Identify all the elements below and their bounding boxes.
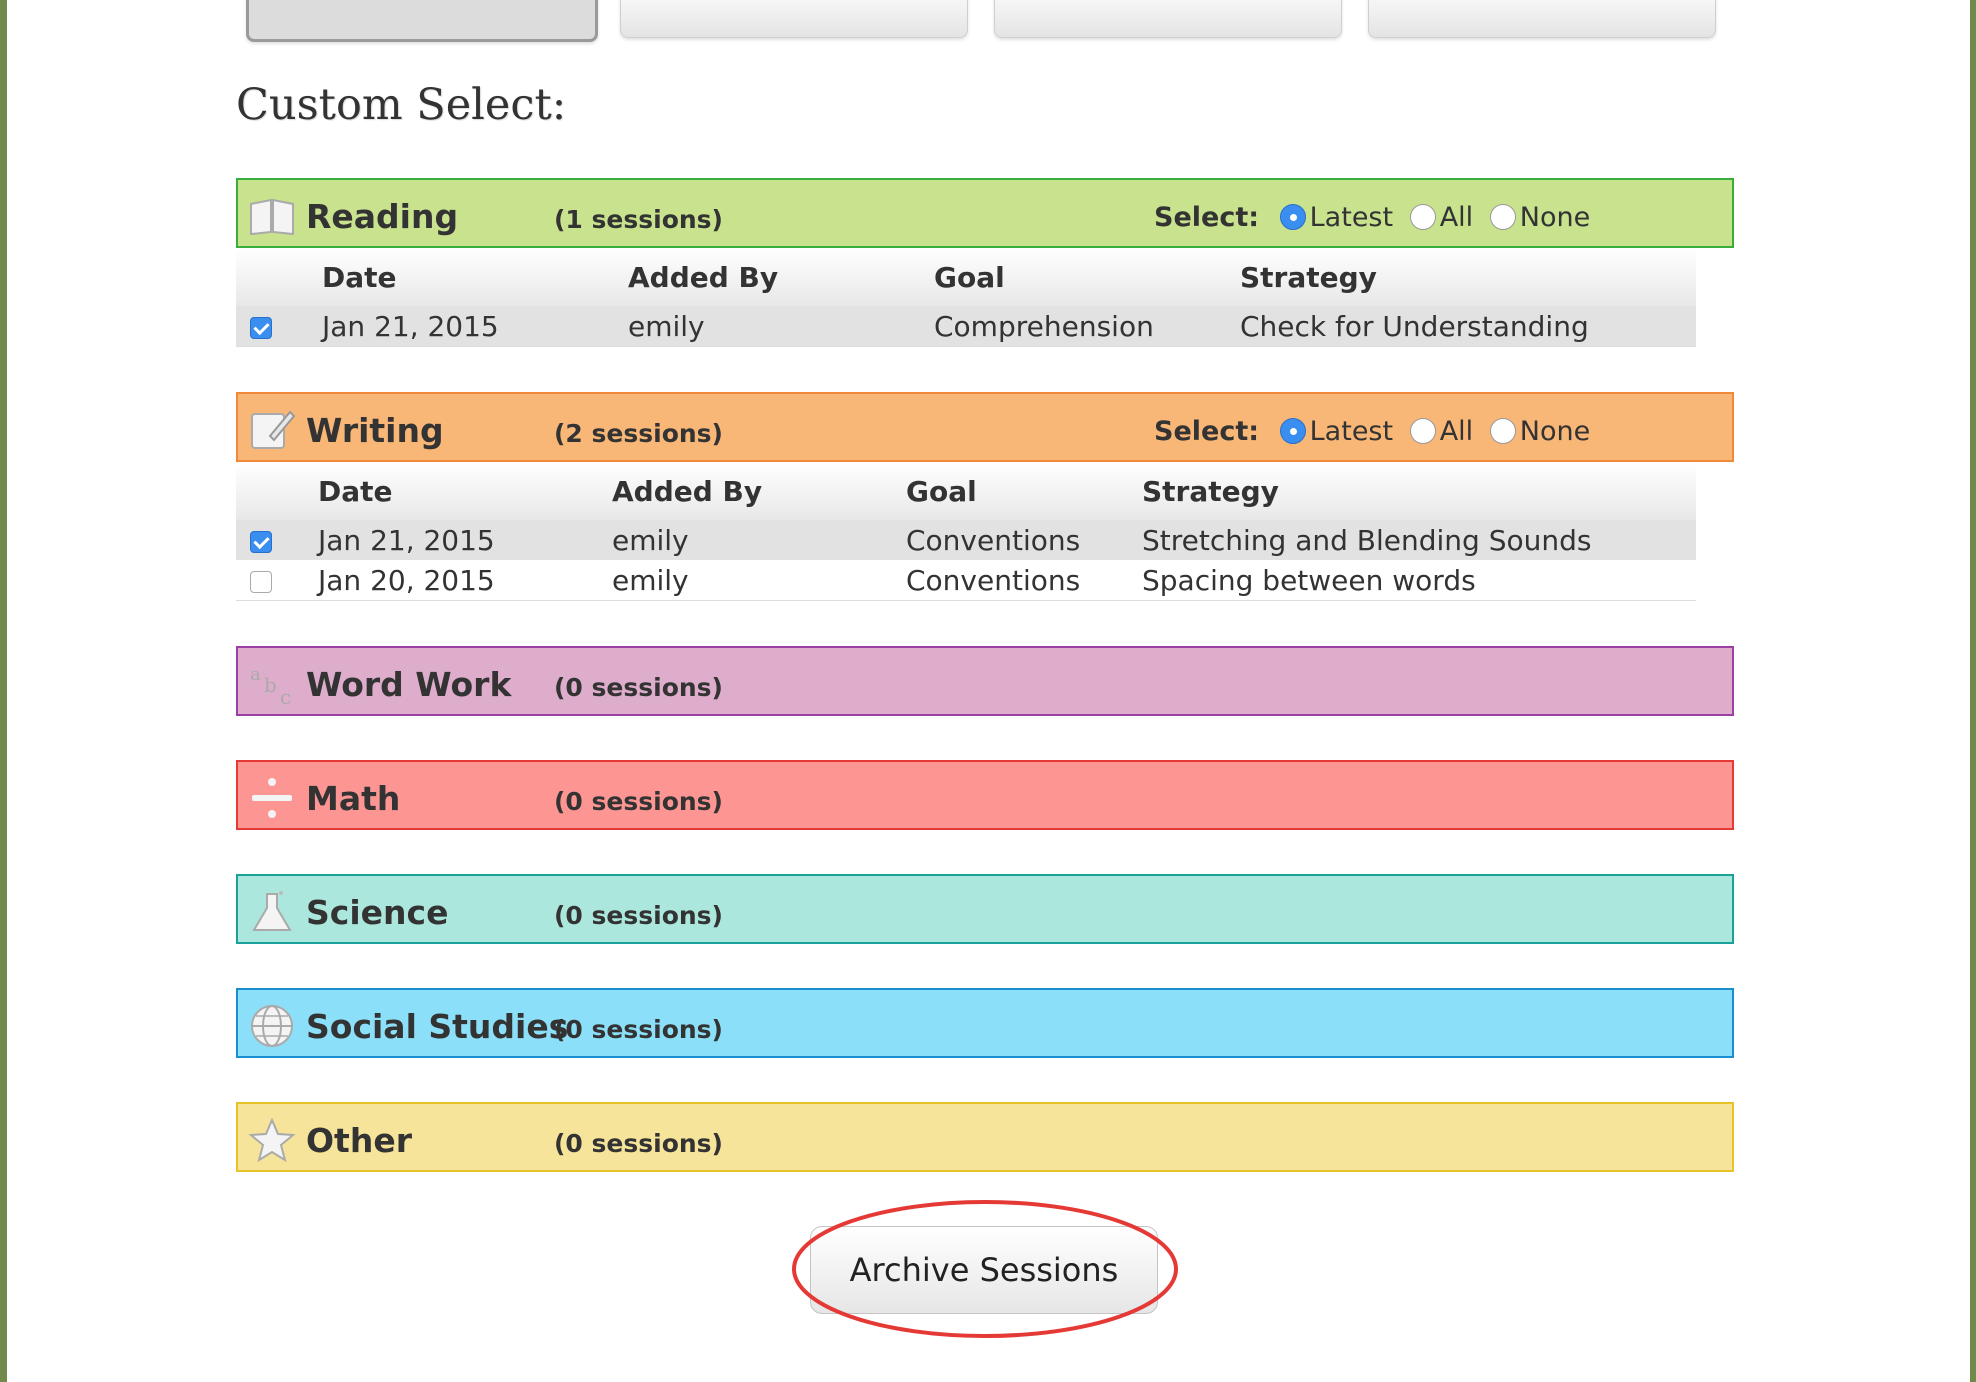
cell-strategy: Stretching and Blending Sounds — [1142, 520, 1696, 560]
book-icon — [248, 194, 296, 238]
top-tab-bar — [246, 0, 1718, 42]
column-header-added-by: Added By — [612, 462, 906, 520]
select-group-reading: Select: Latest All None — [1154, 202, 1598, 233]
svg-text:b: b — [264, 673, 277, 697]
column-header-strategy: Strategy — [1142, 462, 1696, 520]
top-tab-3[interactable] — [994, 0, 1342, 38]
column-header-date: Date — [322, 248, 628, 306]
column-header-date: Date — [318, 462, 612, 520]
subject-name: Other — [306, 1121, 412, 1160]
row-checkbox[interactable] — [250, 570, 272, 593]
archive-sessions-button[interactable]: Archive Sessions — [810, 1226, 1158, 1314]
cell-goal: Comprehension — [934, 306, 1240, 347]
radio-latest-writing[interactable] — [1279, 417, 1306, 444]
session-table-writing: Date Added By Goal Strategy Jan 21, 2015… — [236, 462, 1696, 601]
top-tab-1[interactable] — [246, 0, 598, 42]
page-heading: Custom Select: — [236, 80, 567, 130]
column-header-strategy: Strategy — [1240, 248, 1696, 306]
window-frame-right — [1970, 0, 1976, 1382]
session-count: (2 sessions) — [554, 419, 723, 448]
table-row[interactable]: Jan 21, 2015 emily Conventions Stretchin… — [236, 520, 1696, 560]
cell-date: Jan 21, 2015 — [322, 306, 628, 347]
cell-added-by: emily — [612, 520, 906, 560]
radio-latest-reading[interactable] — [1279, 203, 1306, 230]
star-icon — [248, 1117, 296, 1163]
session-table-reading: Date Added By Goal Strategy Jan 21, 2015… — [236, 248, 1696, 347]
radio-label-all: All — [1439, 416, 1474, 447]
session-count: (0 sessions) — [554, 787, 723, 816]
radio-label-latest: Latest — [1309, 416, 1394, 447]
radio-none-reading[interactable] — [1489, 203, 1516, 230]
flask-icon — [248, 890, 296, 934]
subject-header-other[interactable]: Other (0 sessions) — [236, 1102, 1734, 1172]
column-header-goal: Goal — [934, 248, 1240, 306]
radio-label-none: None — [1519, 202, 1591, 233]
divide-icon — [248, 776, 296, 820]
session-count: (0 sessions) — [554, 1129, 723, 1158]
session-count: (0 sessions) — [554, 673, 723, 702]
cell-strategy: Spacing between words — [1142, 560, 1696, 601]
radio-all-writing[interactable] — [1409, 417, 1436, 444]
subject-header-reading[interactable]: Reading (1 sessions) Select: Latest All … — [236, 178, 1734, 248]
cell-goal: Conventions — [906, 520, 1142, 560]
select-label: Select: — [1154, 202, 1260, 233]
subject-name: Math — [306, 779, 401, 818]
table-row[interactable]: Jan 20, 2015 emily Conventions Spacing b… — [236, 560, 1696, 601]
svg-text:c: c — [280, 685, 291, 706]
select-group-writing: Select: Latest All None — [1154, 416, 1598, 447]
subject-name: Word Work — [306, 665, 512, 704]
session-count: (0 sessions) — [554, 901, 723, 930]
top-tab-4[interactable] — [1368, 0, 1716, 38]
cell-goal: Conventions — [906, 560, 1142, 601]
column-header-added-by: Added By — [628, 248, 934, 306]
subject-header-math[interactable]: Math (0 sessions) — [236, 760, 1734, 830]
notepad-pencil-icon — [248, 408, 296, 452]
radio-all-reading[interactable] — [1409, 203, 1436, 230]
cell-date: Jan 20, 2015 — [318, 560, 612, 601]
archive-area: Archive Sessions — [790, 1198, 1180, 1340]
subject-name: Reading — [306, 197, 459, 236]
subject-name: Science — [306, 893, 449, 932]
svg-text:a: a — [250, 664, 261, 685]
radio-label-none: None — [1519, 416, 1591, 447]
cell-added-by: emily — [628, 306, 934, 347]
row-checkbox[interactable] — [250, 530, 272, 553]
row-checkbox[interactable] — [250, 316, 272, 339]
session-count: (0 sessions) — [554, 1015, 723, 1044]
table-row[interactable]: Jan 21, 2015 emily Comprehension Check f… — [236, 306, 1696, 347]
top-tab-2[interactable] — [620, 0, 968, 38]
cell-date: Jan 21, 2015 — [318, 520, 612, 560]
radio-none-writing[interactable] — [1489, 417, 1516, 444]
radio-label-all: All — [1439, 202, 1474, 233]
column-header-goal: Goal — [906, 462, 1142, 520]
cell-added-by: emily — [612, 560, 906, 601]
cell-strategy: Check for Understanding — [1240, 306, 1696, 347]
window-frame-left — [0, 0, 7, 1382]
radio-label-latest: Latest — [1309, 202, 1394, 233]
select-label: Select: — [1154, 416, 1260, 447]
abc-letters-icon: abc — [248, 662, 296, 709]
subject-header-writing[interactable]: Writing (2 sessions) Select: Latest All … — [236, 392, 1734, 462]
subject-header-social-studies[interactable]: Social Studies (0 sessions) — [236, 988, 1734, 1058]
session-count: (1 sessions) — [554, 205, 723, 234]
subject-name: Writing — [306, 411, 444, 450]
subject-header-science[interactable]: Science (0 sessions) — [236, 874, 1734, 944]
subject-header-word-work[interactable]: abc Word Work (0 sessions) — [236, 646, 1734, 716]
globe-icon — [248, 1004, 296, 1048]
subject-name: Social Studies — [306, 1007, 569, 1046]
